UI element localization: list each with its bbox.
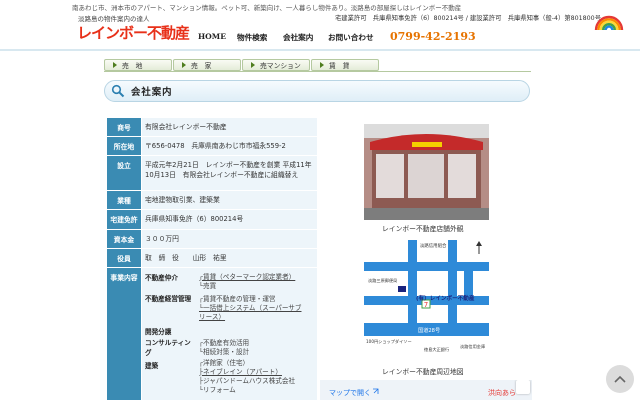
- site-tagline: 南あわじ市、洲本市のアパート、マンション情報。ペット可、新築向け、一人暮らし物件…: [72, 4, 462, 12]
- tab-house[interactable]: 売 家: [173, 59, 241, 71]
- map-label: 淡路信用組合: [420, 242, 447, 249]
- fullscreen-icon[interactable]: [516, 380, 530, 394]
- table-row: 宅建免許 兵庫県知事免許（6）800214号: [107, 210, 317, 229]
- brand-logo[interactable]: レインボー不動産: [77, 22, 190, 43]
- page: 南あわじ市、洲本市のアパート、マンション情報。ペット可、新築向け、一人暮らし物件…: [0, 0, 640, 400]
- tab-mansion[interactable]: 売マンション: [242, 59, 310, 71]
- business-item: └相続対策・設計: [199, 348, 250, 356]
- row-value: 取 締 役 山形 祐里: [142, 249, 317, 267]
- business-head: 不動産経営管理: [145, 295, 192, 303]
- chevron-up-icon: [614, 375, 626, 383]
- embedded-map[interactable]: マップで開く 洪向あら: [320, 380, 532, 400]
- tab-rental[interactable]: 賃 貸: [311, 59, 379, 71]
- row-value: 平成元年2月21日 レインボー不動産を創業 平成11年10月13日 有限会社レイ…: [142, 156, 317, 190]
- row-value: 有限会社レインボー不動産: [142, 118, 317, 136]
- business-head: 建築: [145, 362, 159, 370]
- shop-photo: [364, 124, 489, 220]
- nav-home[interactable]: HOME: [198, 32, 226, 41]
- license-info: 宅建業許可 兵庫県知事免許（6）800214号 / 建設業許可 兵庫県知事（般-…: [335, 15, 601, 22]
- map-label: 淡路三原郵便局: [368, 277, 397, 284]
- table-row: 設立 平成元年2月21日 レインボー不動産を創業 平成11年10月13日 有限会…: [107, 156, 317, 190]
- business-item: └リフォーム: [199, 386, 236, 394]
- tab-label: 売 地: [122, 62, 143, 70]
- row-label: 商号: [107, 118, 141, 136]
- row-value: 〒656-0478 兵庫県南あわじ市市福永559-2: [142, 137, 317, 155]
- tab-label: 売 家: [191, 62, 212, 70]
- nav-contact[interactable]: お問い合わせ: [328, 32, 374, 43]
- business-items: ┌不動産有効活用 └相続対策・設計: [199, 339, 249, 357]
- svg-text:7: 7: [424, 301, 428, 309]
- table-row: 商号 有限会社レインボー不動産: [107, 118, 317, 136]
- phone-number[interactable]: 0799-42-2193: [390, 30, 476, 43]
- row-label: 資本金: [107, 230, 141, 248]
- business-item: └売買: [199, 282, 217, 290]
- business-items: ┌洋館家（住宅） ├ネイブレイン（アパート） ├ジャパンドームハウス株式会社 └…: [199, 359, 295, 395]
- business-head: 開発分譲: [145, 328, 172, 336]
- header-divider: [0, 49, 640, 51]
- business-item: ┌賃貸不動産の管理・運営: [199, 295, 276, 303]
- business-item: ├ジャパンドームハウス株式会社: [199, 377, 296, 385]
- table-row: 事業内容 不動産仲介 ┌賃貸（ペターマーク認定業者） └売買 不動産経営管理 ┌…: [107, 268, 317, 400]
- row-label: 宅建免許: [107, 210, 141, 229]
- business-item: ┌洋館家（住宅）: [199, 359, 250, 367]
- map-station-label: 洪向あら: [488, 389, 516, 397]
- table-row: 役員 取 締 役 山形 祐里: [107, 249, 317, 267]
- business-items: ┌賃貸不動産の管理・運営 └一括借上システム（スーパーサブリース）: [199, 295, 307, 322]
- page-title: 会社案内: [131, 87, 173, 98]
- nav-property-search[interactable]: 物件検索: [237, 32, 267, 43]
- business-head: コンサルティング: [145, 339, 191, 357]
- row-value: ３００万円: [142, 230, 317, 248]
- map-label: (有）レインボー不動産: [416, 294, 475, 302]
- row-value: 兵庫県知事免許（6）800214号: [142, 210, 317, 229]
- row-label: 所在地: [107, 137, 141, 155]
- photo-caption: レインボー不動産店舗外観: [382, 225, 464, 233]
- map-label: 徳島大正銀行: [424, 346, 449, 353]
- map-caption: レインボー不動産周辺地図: [382, 368, 464, 376]
- business-cell: 不動産仲介 ┌賃貸（ペターマーク認定業者） └売買 不動産経営管理 ┌賃貸不動産…: [142, 268, 317, 400]
- area-map: 7 淡路信用組合 淡路三原郵便局 (有）レインボー不動産 国道28号 100円シ…: [364, 240, 489, 362]
- tab-label: 賃 貸: [329, 62, 350, 70]
- search-icon: [111, 84, 125, 98]
- section-header: 会社案内: [104, 80, 530, 102]
- business-item[interactable]: ├ネイブレイン（アパート）: [199, 368, 295, 377]
- row-value: 宅地建物取引業、建築業: [142, 191, 317, 209]
- row-label: 業種: [107, 191, 141, 209]
- tab-land[interactable]: 売 地: [104, 59, 172, 71]
- business-item[interactable]: ┌賃貸（ペターマーク認定業者）: [199, 273, 295, 282]
- row-label: 設立: [107, 156, 141, 190]
- external-link-icon: [373, 388, 379, 394]
- map-label: 淡路信用金庫: [460, 343, 485, 350]
- row-label: 役員: [107, 249, 141, 267]
- open-map-link[interactable]: マップで開く: [329, 388, 371, 398]
- nav-company[interactable]: 会社案内: [283, 32, 313, 43]
- business-head: 不動産仲介: [145, 274, 178, 282]
- tab-label: 売マンション: [260, 62, 301, 70]
- map-label: 100円ショップダイソー: [366, 338, 412, 345]
- map-label: 国道28号: [418, 326, 440, 334]
- business-item[interactable]: └一括借上システム（スーパーサブリース）: [199, 304, 307, 322]
- table-row: 所在地 〒656-0478 兵庫県南あわじ市市福永559-2: [107, 137, 317, 155]
- rainbow-logo-icon: [594, 15, 624, 31]
- table-row: 資本金 ３００万円: [107, 230, 317, 248]
- row-label: 事業内容: [107, 268, 141, 400]
- business-items: ┌賃貸（ペターマーク認定業者） └売買: [199, 273, 295, 291]
- tabs-divider: [104, 71, 531, 72]
- table-row: 業種 宅地建物取引業、建築業: [107, 191, 317, 209]
- business-item: ┌不動産有効活用: [199, 339, 250, 347]
- scroll-top-button[interactable]: [606, 365, 634, 393]
